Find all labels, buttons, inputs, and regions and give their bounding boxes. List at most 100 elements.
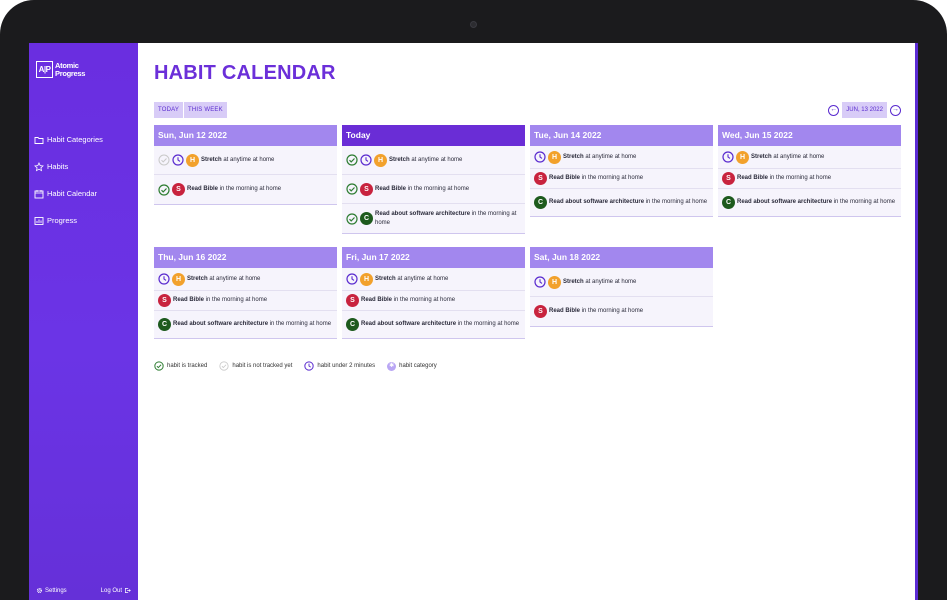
habit-row[interactable]: S Read Bible in the morning at home	[530, 169, 713, 189]
clock-icon	[722, 151, 734, 163]
check-circle-icon[interactable]	[346, 212, 358, 225]
legend-item-tracked: habit is tracked	[154, 361, 207, 371]
habit-description: Stretch at anytime at home	[751, 153, 824, 162]
clock-icon	[346, 273, 358, 285]
habit-detail: at anytime at home	[585, 153, 637, 160]
habit-row[interactable]: S Read Bible in the morning at home	[154, 175, 337, 204]
habit-row[interactable]: C Read about software architecture in the…	[342, 311, 525, 338]
habit-detail: at anytime at home	[397, 275, 449, 282]
habit-detail: at anytime at home	[411, 156, 463, 163]
logout-icon	[125, 588, 131, 593]
habit-avatar: H	[186, 153, 199, 167]
habit-row[interactable]: S Read Bible in the morning at home	[342, 175, 525, 204]
habit-row[interactable]: S Read Bible in the morning at home	[342, 291, 525, 311]
arrow-left-circle-icon[interactable]: ←	[828, 104, 840, 116]
day-header: Thu, Jun 16 2022	[154, 247, 337, 268]
habit-row[interactable]: C Read about software architecture in the…	[342, 204, 525, 233]
habit-row[interactable]: H Stretch at anytime at home	[530, 146, 713, 169]
habit-detail: in the morning at home	[457, 321, 520, 327]
habit-detail: at anytime at home	[585, 278, 637, 285]
check-circle-icon[interactable]	[346, 183, 358, 195]
habit-avatar: H	[548, 150, 561, 164]
legend-label: habit under 2 minutes	[317, 363, 376, 369]
habit-name: Stretch	[375, 275, 396, 282]
day-card: Tue, Jun 14 2022 H Stretch at anytime at h…	[530, 125, 713, 216]
clock-icon	[304, 361, 315, 371]
logout-link[interactable]: Log Out	[101, 587, 131, 594]
habit-detail: at anytime at home	[209, 275, 261, 282]
sidebar-item-habits[interactable]: Habits	[34, 153, 134, 180]
habit-description: Stretch at anytime at home	[563, 153, 636, 162]
habit-avatar: S	[722, 172, 735, 185]
habit-row[interactable]: S Read Bible in the morning at home	[154, 291, 337, 311]
check-circle-icon[interactable]	[346, 154, 358, 166]
day-header: Sat, Jun 18 2022	[530, 247, 713, 268]
habit-detail: in the morning at home	[645, 199, 708, 205]
sidebar-item-label: Habits	[47, 162, 69, 171]
day-card: Thu, Jun 16 2022 H Stretch at anytime at h…	[154, 247, 337, 338]
app-logo[interactable]: A|P Atomic Progress	[36, 61, 85, 78]
habit-avatar: S	[172, 183, 185, 196]
habit-avatar: S	[360, 182, 373, 196]
day-card: Fri, Jun 17 2022 H Stretch at anytime at h…	[342, 247, 525, 338]
habit-avatar: H	[360, 272, 373, 286]
settings-link[interactable]: Settings	[36, 587, 67, 594]
device-frame: A|P Atomic Progress Habit Categories Hab…	[0, 0, 947, 600]
folder-icon	[34, 136, 44, 144]
legend-label: habit is tracked	[167, 363, 208, 369]
category-dot-icon: ✱	[387, 361, 397, 371]
habit-row[interactable]: C Read about software architecture in the…	[154, 311, 337, 338]
sidebar-nav: Habit Categories Habits Habit Calendar P…	[34, 126, 134, 234]
habit-avatar: C	[346, 318, 359, 331]
habit-detail: in the morning at home	[393, 297, 456, 303]
habit-avatar: S	[346, 294, 359, 307]
habit-row[interactable]: C Read about software architecture in the…	[530, 189, 713, 216]
habit-avatar: S	[534, 172, 547, 185]
habit-row[interactable]: H Stretch at anytime at home	[342, 268, 525, 291]
habit-row[interactable]: S Read Bible in the morning at home	[530, 297, 713, 326]
habit-description: Stretch at anytime at home	[375, 275, 448, 284]
habit-detail: in the morning at home	[769, 175, 832, 181]
habit-name: Read Bible	[375, 185, 407, 192]
habit-description: Read Bible in the morning at home	[173, 296, 267, 305]
habit-row[interactable]: S Read Bible in the morning at home	[718, 169, 901, 189]
star-icon	[34, 161, 44, 171]
habit-name: Stretch	[389, 156, 410, 163]
current-date-label[interactable]: JUN, 13 2022	[842, 102, 887, 118]
habit-row[interactable]: H Stretch at anytime at home	[718, 146, 901, 169]
logo-mark: A|P	[36, 61, 53, 78]
habit-description: Read Bible in the morning at home	[361, 296, 455, 305]
sidebar-item-habit-calendar[interactable]: Habit Calendar	[34, 180, 134, 207]
habit-description: Read about software architecture in the …	[173, 320, 331, 329]
habit-row[interactable]: C Read about software architecture in the…	[718, 189, 901, 216]
today-button[interactable]: TODAY	[154, 102, 184, 118]
clock-icon	[360, 154, 372, 166]
habit-name: Read Bible	[737, 175, 769, 181]
habit-name: Read Bible	[361, 297, 393, 303]
habit-description: Read about software architecture in the …	[361, 320, 519, 329]
habit-name: Stretch	[563, 278, 584, 285]
this-week-button[interactable]: THIS WEEK	[184, 102, 227, 118]
habit-description: Read Bible in the morning at home	[737, 174, 831, 183]
habit-name: Stretch	[201, 156, 222, 163]
sidebar-item-label: Habit Calendar	[47, 189, 98, 198]
habit-detail: in the morning at home	[269, 321, 332, 327]
habit-row[interactable]: H Stretch at anytime at home	[342, 146, 525, 175]
app-screen: A|P Atomic Progress Habit Categories Hab…	[29, 43, 918, 600]
arrow-right-circle-icon[interactable]: →	[890, 104, 901, 116]
check-circle-icon[interactable]	[158, 183, 170, 196]
habit-name: Stretch	[751, 153, 772, 160]
day-card: Today H Stretch at anytime at home S Read Bi…	[342, 125, 525, 233]
habit-row[interactable]: H Stretch at anytime at home	[154, 268, 337, 291]
page-title: HABIT CALENDAR	[154, 62, 336, 84]
check-circle-outline-icon[interactable]	[158, 154, 170, 166]
habit-row[interactable]: H Stretch at anytime at home	[530, 268, 713, 297]
sidebar-item-progress[interactable]: Progress	[34, 207, 134, 234]
date-navigator: ← JUN, 13 2022 →	[828, 102, 901, 118]
sidebar-item-habit-categories[interactable]: Habit Categories	[34, 126, 134, 153]
day-header: Fri, Jun 17 2022	[342, 247, 525, 268]
day-card: Sun, Jun 12 2022 H Stretch at anytime at h…	[154, 125, 337, 204]
habit-description: Stretch at anytime at home	[187, 275, 260, 284]
habit-row[interactable]: H Stretch at anytime at home	[154, 146, 337, 175]
main-content: HABIT CALENDAR TODAY THIS WEEK ← JUN, 13…	[154, 43, 901, 600]
